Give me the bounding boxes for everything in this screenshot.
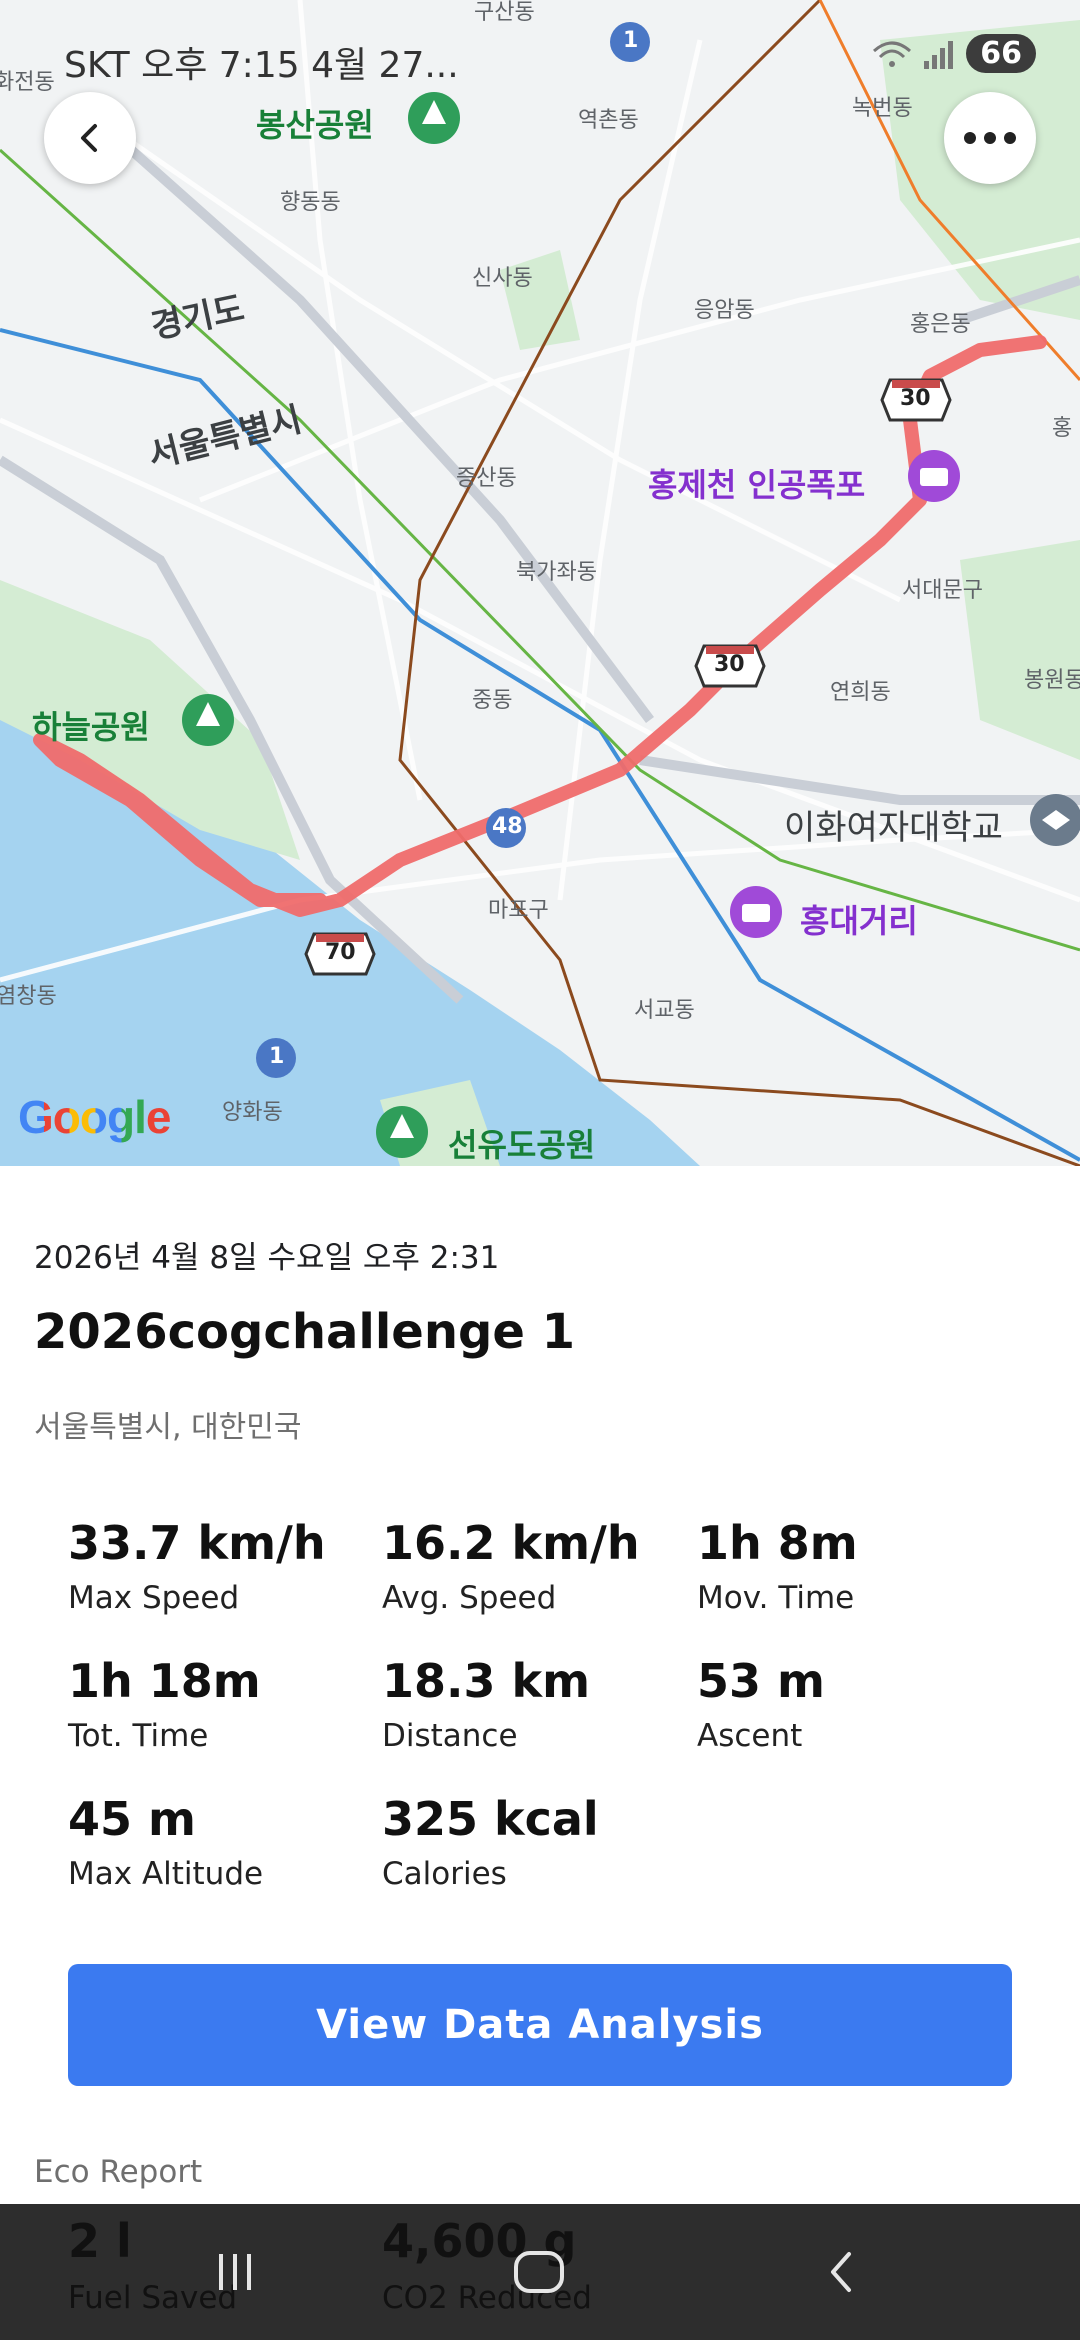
map-label: 역촌동 — [578, 108, 639, 133]
chevron-left-icon — [81, 124, 97, 152]
stat-label: Max Speed — [68, 1580, 240, 1616]
route-badge-label: 1 — [269, 1044, 285, 1069]
map-label: 응암동 — [694, 298, 755, 323]
map-label: 서교동 — [634, 998, 695, 1023]
map-label: 홍은동 — [910, 312, 971, 337]
more-options-button[interactable] — [944, 92, 1036, 184]
google-logo: Google — [18, 1090, 171, 1144]
stat-label: Ascent — [697, 1718, 803, 1754]
stat-label: Avg. Speed — [382, 1580, 557, 1616]
signal-icon — [924, 40, 954, 69]
route-badge-label: 1 — [623, 28, 639, 53]
battery-indicator: 66 — [966, 34, 1036, 73]
map-label: 구산동 — [474, 0, 535, 25]
status-bar-time: SKT 오후 7:15 4월 27... — [64, 45, 459, 86]
activity-date: 2026년 4월 8일 수요일 오후 2:31 — [34, 1240, 500, 1276]
map-label: 연희동 — [830, 680, 891, 705]
map-label: 마포구 — [488, 898, 549, 923]
more-horizontal-icon — [964, 132, 1016, 144]
stat-ascent: 53 m Ascent — [697, 1654, 1007, 1754]
stat-label: Tot. Time — [68, 1718, 209, 1754]
map-label: 화전동 — [0, 70, 55, 95]
map-label: 북가좌동 — [516, 560, 597, 585]
map-label-hongjecheon[interactable]: 홍제천 인공폭포 — [648, 460, 865, 506]
camera-pin-icon — [730, 886, 782, 938]
stat-avg-speed: 16.2 km/h Avg. Speed — [382, 1516, 692, 1616]
map-label-bongsan-park[interactable]: 봉산공원 — [256, 100, 374, 146]
map-label: 중동 — [472, 688, 513, 713]
stat-value: 1h 8m — [697, 1516, 858, 1570]
stat-total-time: 1h 18m Tot. Time — [68, 1654, 378, 1754]
back-icon — [831, 2252, 851, 2292]
stat-value: 325 kcal — [382, 1792, 599, 1846]
stat-value: 33.7 km/h — [68, 1516, 326, 1570]
map-label: 양화동 — [222, 1100, 283, 1125]
map-label: 홍 — [1052, 416, 1073, 441]
route-badge-label: 48 — [492, 814, 523, 839]
stat-distance: 18.3 km Distance — [382, 1654, 692, 1754]
stat-label: Mov. Time — [697, 1580, 855, 1616]
wifi-icon — [873, 41, 912, 67]
home-icon — [514, 2251, 564, 2293]
stat-max-altitude: 45 m Max Altitude — [68, 1792, 378, 1892]
stat-value: 18.3 km — [382, 1654, 591, 1708]
route-badge-label: 30 — [714, 652, 745, 677]
school-pin-icon — [1030, 794, 1080, 846]
stat-value: 45 m — [68, 1792, 196, 1846]
stat-value: 16.2 km/h — [382, 1516, 640, 1570]
google-logo-text: Google — [18, 1091, 171, 1143]
map-label: 향동동 — [280, 190, 341, 215]
stat-calories: 325 kcal Calories — [382, 1792, 692, 1892]
system-back-button[interactable] — [796, 2240, 886, 2304]
system-navigation-bar: 2 l Fuel Saved 4,600 g CO2 Reduced — [0, 2204, 1080, 2340]
recents-icon — [219, 2254, 251, 2290]
park-pin-icon — [408, 92, 460, 144]
map-label: 봉원동 — [1024, 668, 1080, 693]
camera-pin-icon — [908, 450, 960, 502]
map-label: 증산동 — [456, 466, 517, 491]
home-button[interactable] — [494, 2240, 584, 2304]
route-badge-label: 70 — [325, 940, 356, 965]
stat-label: Max Altitude — [68, 1856, 264, 1892]
view-data-analysis-button[interactable]: View Data Analysis — [68, 1964, 1012, 2086]
stat-label: Distance — [382, 1718, 518, 1754]
eco-report-heading: Eco Report — [34, 2154, 203, 2190]
map-label: 녹번동 — [852, 96, 913, 121]
map-label-hongdae[interactable]: 홍대거리 — [800, 896, 918, 942]
stat-value: 53 m — [697, 1654, 825, 1708]
status-bar-indicators: 66 — [872, 34, 1036, 73]
map-label: 서대문구 — [902, 578, 983, 603]
route-badge-label: 30 — [900, 386, 931, 411]
stat-max-speed: 33.7 km/h Max Speed — [68, 1516, 378, 1616]
stat-label: Calories — [382, 1856, 507, 1892]
stat-moving-time: 1h 8m Mov. Time — [697, 1516, 1007, 1616]
park-pin-icon — [376, 1106, 428, 1158]
route-map[interactable]: 1 30 30 48 70 1 구산동 화전동 봉산공원 역촌동 녹번동 향동동… — [0, 0, 1080, 1166]
map-label-ewha[interactable]: 이화여자대학교 — [784, 800, 1003, 849]
map-label-haneul-park[interactable]: 하늘공원 — [32, 702, 150, 748]
activity-location: 서울특별시, 대한민국 — [34, 1410, 302, 1445]
back-button[interactable] — [44, 92, 136, 184]
activity-title: 2026cogchallenge 1 — [34, 1304, 576, 1360]
recents-button[interactable] — [190, 2240, 280, 2304]
map-label: 염창동 — [0, 984, 57, 1009]
map-label-seonyudo-park[interactable]: 선유도공원 — [448, 1120, 595, 1166]
park-pin-icon — [182, 694, 234, 746]
stat-value: 1h 18m — [68, 1654, 261, 1708]
map-label: 신사동 — [472, 266, 533, 291]
